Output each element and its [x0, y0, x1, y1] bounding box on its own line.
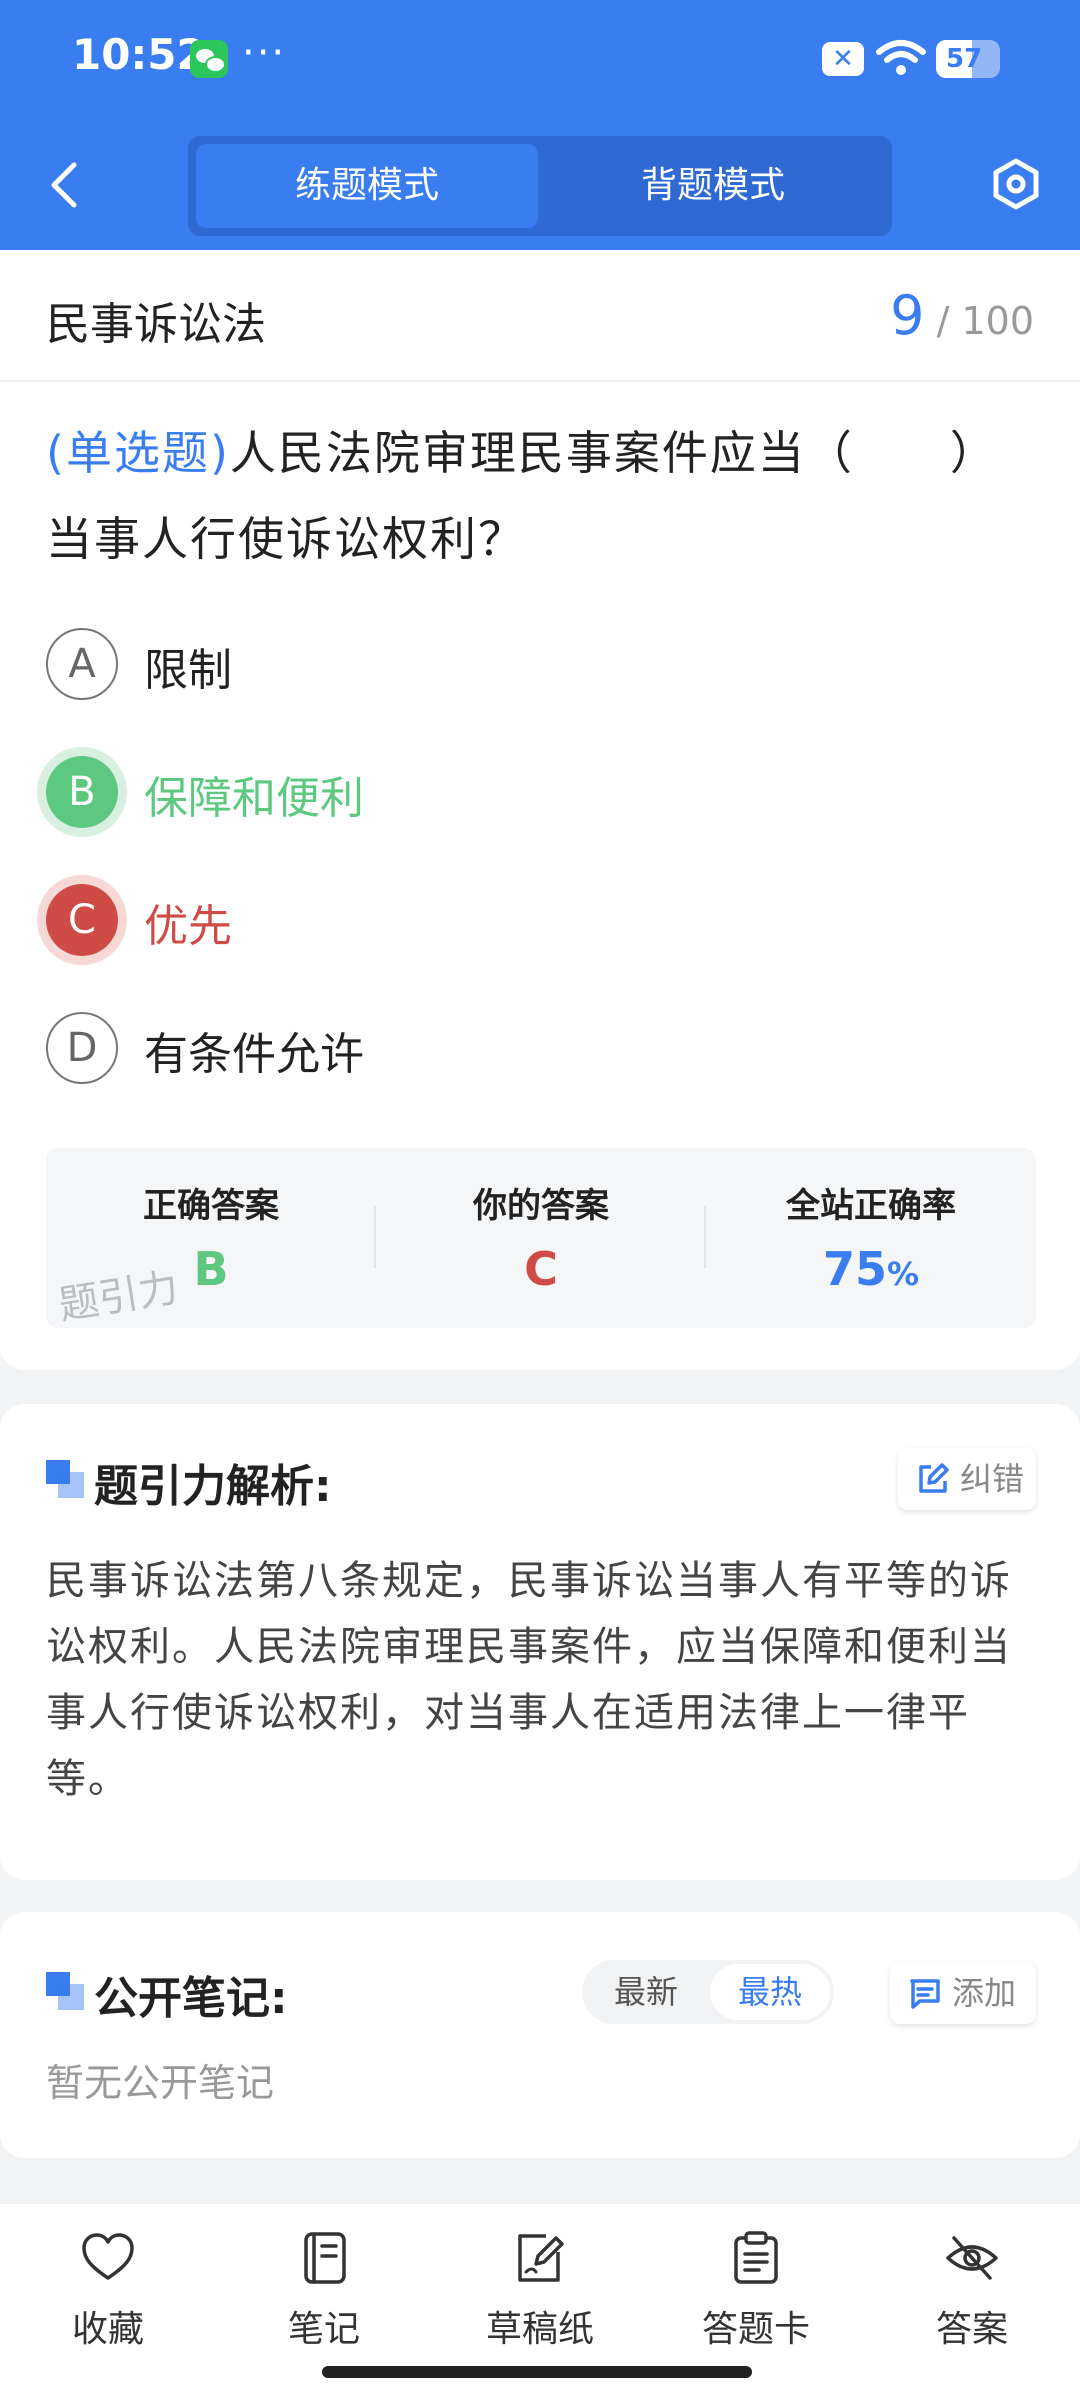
- notes-sort-toggle: 最新 最热: [582, 1960, 834, 2024]
- nav-label: 笔记: [287, 2309, 360, 2350]
- your-answer-label: 你的答案: [473, 1186, 609, 1226]
- notebook-icon: [304, 2232, 346, 2284]
- option-letter: D: [46, 1012, 118, 1084]
- option-b[interactable]: B 保障和便利: [46, 756, 946, 832]
- report-error-button[interactable]: 纠错: [898, 1448, 1036, 1510]
- tab-practice-mode[interactable]: 练题模式: [196, 144, 538, 228]
- option-text: 限制: [144, 645, 232, 696]
- question-card: 民事诉讼法 9 / 100 (单选题)人民法院审理民事案件应当（ ）当事人行使诉…: [0, 250, 1080, 1370]
- sort-newest[interactable]: 最新: [586, 1964, 706, 2020]
- heart-icon: [82, 2233, 134, 2280]
- option-letter: C: [46, 884, 118, 956]
- subject-title: 民事诉讼法: [46, 299, 266, 350]
- accuracy-rate-label: 全站正确率: [786, 1186, 956, 1226]
- accuracy-rate-value: 75%: [706, 1242, 1036, 1296]
- accuracy-rate-number: 75: [822, 1242, 887, 1296]
- draft-paper-icon: [518, 2234, 564, 2282]
- more-notifications-icon: ···: [242, 30, 287, 76]
- analysis-title: 题引力解析:: [94, 1461, 332, 1512]
- question-progress: 9 / 100: [890, 284, 1034, 347]
- status-time: 10:52: [72, 30, 206, 79]
- top-header: 10:52 ··· ✕ 57 练题模式 背题模式: [0, 0, 1080, 250]
- option-text: 有条件允许: [144, 1029, 364, 1080]
- nav-label: 收藏: [71, 2309, 144, 2350]
- nav-label: 答题卡: [701, 2309, 810, 2350]
- answer-card-icon: [734, 2231, 778, 2284]
- back-arrow-icon[interactable]: [44, 160, 84, 210]
- section-icon: [46, 1460, 84, 1498]
- option-c[interactable]: C 优先: [46, 884, 946, 960]
- accuracy-rate-col: 全站正确率 75%: [706, 1148, 1036, 1328]
- divider: [0, 380, 1080, 382]
- settings-icon[interactable]: [990, 158, 1042, 210]
- analysis-text: 民事诉讼法第八条规定，民事诉讼当事人有平等的诉讼权利。人民法院审理民事案件，应当…: [46, 1558, 1012, 1802]
- option-text: 优先: [144, 901, 232, 952]
- edit-icon: [919, 1463, 949, 1493]
- sim-off-icon: ✕: [822, 42, 864, 76]
- question-text: (单选题)人民法院审理民事案件应当（ ）当事人行使诉讼权利？: [46, 410, 1036, 582]
- answer-summary: 正确答案 B 你的答案 C 全站正确率 75% 题引力: [46, 1148, 1036, 1329]
- progress-current: 9: [890, 284, 925, 347]
- option-d[interactable]: D 有条件允许: [46, 1012, 946, 1088]
- wechat-icon: [190, 40, 228, 78]
- public-notes-card: 公开笔记: 最新 最热 添加 暂无公开笔记: [0, 1912, 1080, 2158]
- sort-hottest[interactable]: 最热: [710, 1964, 830, 2020]
- battery-level: 57: [946, 44, 983, 74]
- wifi-icon: [876, 40, 926, 75]
- battery-icon: 57: [936, 40, 1000, 78]
- nav-notes[interactable]: 笔记: [216, 2230, 432, 2360]
- notes-title: 公开笔记:: [94, 1973, 288, 2024]
- analysis-card: 题引力解析: 纠错 民事诉讼法第八条规定，民事诉讼当事人有平等的诉讼权利。人民法…: [0, 1404, 1080, 1880]
- correct-answer-label: 正确答案: [143, 1186, 279, 1226]
- option-text: 保障和便利: [144, 773, 364, 824]
- add-note-label: 添加: [952, 1974, 1017, 2012]
- your-answer-col: 你的答案 C: [376, 1148, 706, 1328]
- option-letter: A: [46, 628, 118, 700]
- accuracy-rate-unit: %: [886, 1255, 920, 1293]
- tab-memorize-mode[interactable]: 背题模式: [542, 144, 884, 228]
- nav-label: 答案: [935, 2309, 1008, 2350]
- eye-off-icon: [946, 2236, 998, 2280]
- progress-total: / 100: [936, 299, 1034, 343]
- comment-icon: [910, 1979, 940, 2009]
- nav-show-answer[interactable]: 答案: [864, 2230, 1080, 2360]
- your-answer-value: C: [524, 1242, 558, 1296]
- nav-favorite[interactable]: 收藏: [0, 2230, 216, 2360]
- nav-answer-card[interactable]: 答题卡: [648, 2230, 864, 2360]
- report-error-label: 纠错: [960, 1460, 1025, 1498]
- section-icon: [46, 1972, 84, 2010]
- option-letter: B: [46, 756, 118, 828]
- empty-notes-text: 暂无公开笔记: [46, 2061, 275, 2105]
- add-note-button[interactable]: 添加: [890, 1962, 1036, 2024]
- option-a[interactable]: A 限制: [46, 628, 946, 704]
- home-indicator[interactable]: [322, 2366, 752, 2378]
- nav-label: 草稿纸: [485, 2309, 594, 2350]
- mode-tabs: 练题模式 背题模式: [188, 136, 892, 236]
- question-type: (单选题): [46, 426, 230, 480]
- nav-draft-paper[interactable]: 草稿纸: [432, 2230, 648, 2360]
